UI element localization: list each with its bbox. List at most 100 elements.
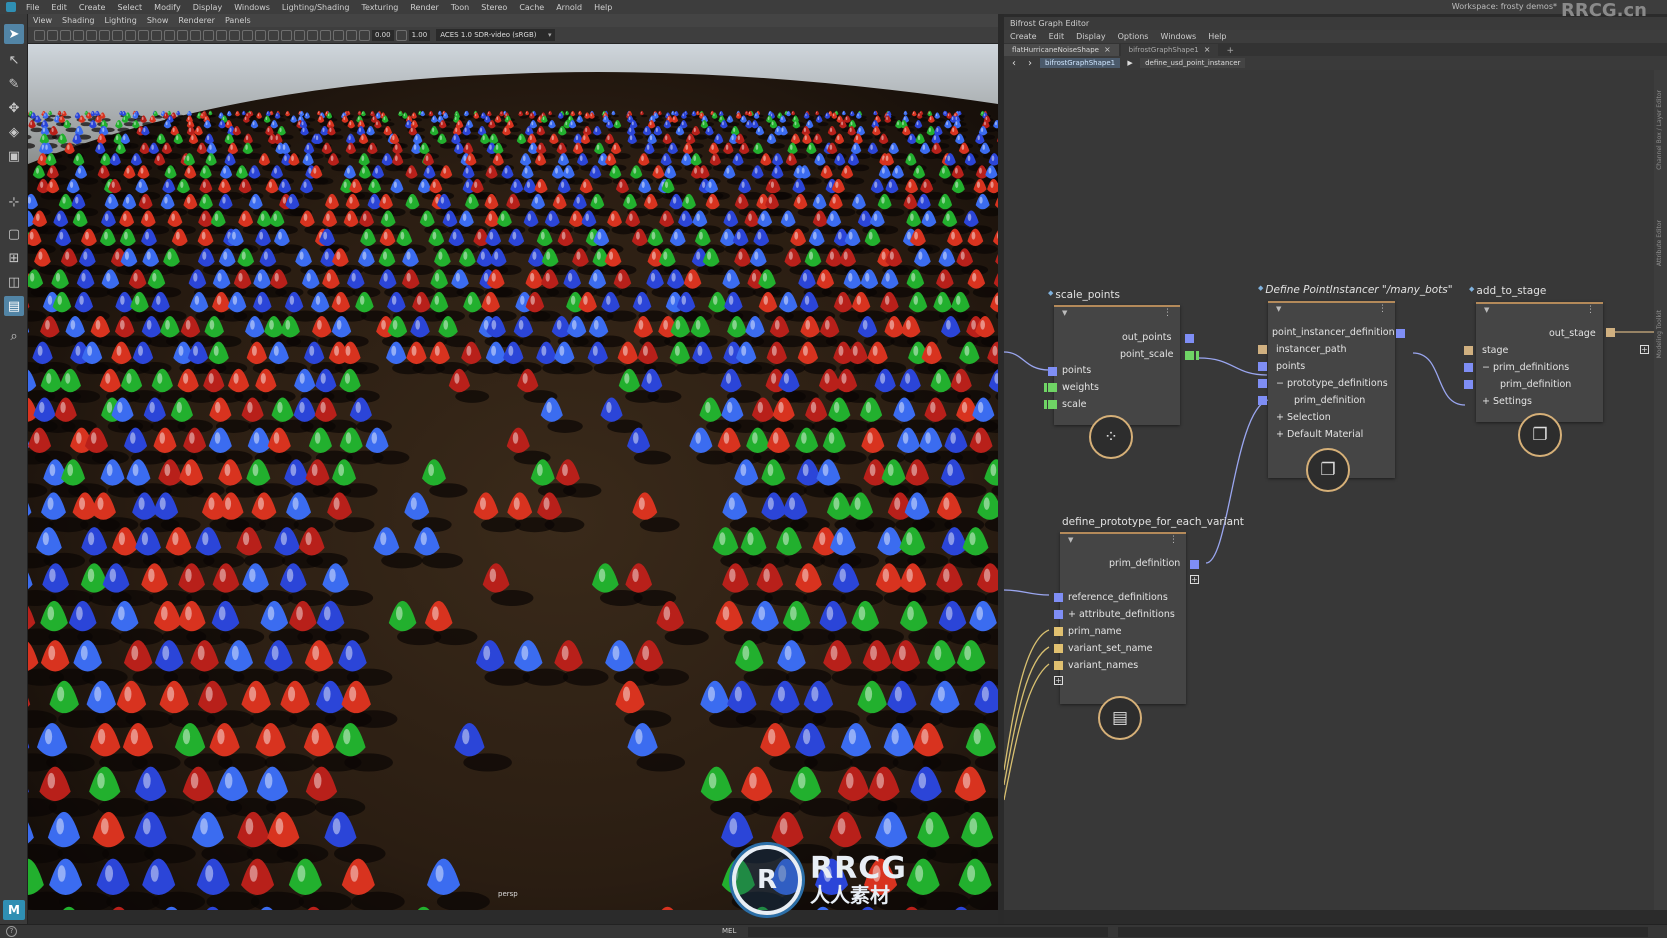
close-icon[interactable]: × bbox=[1104, 44, 1111, 56]
xray-icon[interactable] bbox=[320, 29, 331, 41]
collapse-triangle-icon[interactable]: ▼ bbox=[1068, 536, 1073, 544]
pin-in-attribute-definitions[interactable] bbox=[1054, 610, 1063, 619]
group-minus-icon[interactable]: − bbox=[1276, 378, 1287, 389]
isolate-select-icon[interactable] bbox=[307, 29, 318, 41]
paint-select-icon[interactable]: ✎ bbox=[4, 74, 24, 94]
xray-joints-icon[interactable] bbox=[333, 29, 344, 41]
camera-icon[interactable] bbox=[34, 29, 45, 41]
pin-in-prim-name[interactable] bbox=[1054, 627, 1063, 636]
add-input-port-icon[interactable]: + bbox=[1054, 676, 1063, 685]
workspace-label[interactable]: Workspace: frosty demos* bbox=[1452, 2, 1557, 11]
2d-pan-icon[interactable] bbox=[86, 29, 97, 41]
resolution-gate-icon[interactable] bbox=[138, 29, 149, 41]
pin-in-prim-definitions[interactable] bbox=[1464, 363, 1473, 372]
pin-out-point-instancer-definition[interactable] bbox=[1396, 329, 1405, 338]
menu-windows[interactable]: Windows bbox=[228, 3, 276, 12]
color-space-dropdown[interactable]: ACES 1.0 SDR-video (sRGB) bbox=[436, 29, 555, 41]
menu-cache[interactable]: Cache bbox=[513, 3, 550, 12]
ambient-occlusion-icon[interactable] bbox=[255, 29, 266, 41]
viewport-menu-panels[interactable]: Panels bbox=[220, 16, 256, 25]
viewport-3d[interactable]: persp bbox=[28, 44, 998, 910]
group-plus-icon[interactable]: + bbox=[1276, 429, 1287, 440]
menu-texturing[interactable]: Texturing bbox=[355, 3, 404, 12]
side-tab-channel-box[interactable]: Channel Box / Layer Editor bbox=[1656, 90, 1663, 170]
pin-in-reference-definitions[interactable] bbox=[1054, 593, 1063, 602]
search-icon[interactable]: ⌕ bbox=[4, 326, 24, 346]
breadcrumb-compound[interactable]: define_usd_point_instancer bbox=[1140, 58, 1246, 68]
pin-in-prim-definition[interactable] bbox=[1464, 380, 1473, 389]
add-port-icon[interactable]: + bbox=[1640, 345, 1649, 354]
viewport-menu-show[interactable]: Show bbox=[142, 16, 174, 25]
pin-in-prim-definition[interactable] bbox=[1258, 396, 1267, 405]
bifrost-menu-display[interactable]: Display bbox=[1070, 32, 1112, 41]
shadows-icon[interactable] bbox=[242, 29, 253, 41]
smooth-shade-icon[interactable] bbox=[203, 29, 214, 41]
node-menu-icon[interactable]: ⋮ bbox=[1163, 308, 1172, 318]
bifrost-menu-windows[interactable]: Windows bbox=[1154, 32, 1202, 41]
rotate-tool-icon[interactable]: ◈ bbox=[4, 122, 24, 142]
bifrost-menu-edit[interactable]: Edit bbox=[1043, 32, 1071, 41]
film-gate-icon[interactable] bbox=[125, 29, 136, 41]
layout-four-icon[interactable]: ⊞ bbox=[4, 248, 24, 268]
pin-in-prototype-definitions[interactable] bbox=[1258, 379, 1267, 388]
collapse-triangle-icon[interactable]: ▼ bbox=[1276, 305, 1281, 313]
pin-in-scale[interactable] bbox=[1048, 400, 1057, 409]
breadcrumb-root[interactable]: bifrostGraphShape1 bbox=[1040, 58, 1121, 68]
camera-attributes-icon[interactable] bbox=[47, 29, 58, 41]
select-tool-icon[interactable]: ➤ bbox=[4, 24, 24, 44]
menu-stereo[interactable]: Stereo bbox=[475, 3, 513, 12]
pin-in-points[interactable] bbox=[1258, 362, 1267, 371]
node-menu-icon[interactable]: ⋮ bbox=[1378, 304, 1387, 314]
pin-in-variant-set-name[interactable] bbox=[1054, 644, 1063, 653]
menu-help[interactable]: Help bbox=[588, 3, 618, 12]
menu-select[interactable]: Select bbox=[111, 3, 148, 12]
safe-action-icon[interactable] bbox=[177, 29, 188, 41]
exposure-field[interactable]: 0.00 bbox=[372, 29, 394, 41]
scale-tool-icon[interactable]: ▣ bbox=[4, 146, 24, 166]
pin-out-stage[interactable] bbox=[1606, 328, 1615, 337]
menu-modify[interactable]: Modify bbox=[148, 3, 187, 12]
graph-canvas[interactable]: ◆ scale_points ▼ ⋮ out_points point_scale … bbox=[1004, 70, 1654, 910]
group-plus-icon[interactable]: + bbox=[1276, 412, 1287, 423]
image-plane-icon[interactable] bbox=[73, 29, 84, 41]
menu-create[interactable]: Create bbox=[73, 3, 112, 12]
pin-point-scale[interactable] bbox=[1185, 351, 1194, 360]
add-output-port-icon[interactable]: + bbox=[1190, 575, 1199, 584]
collapse-triangle-icon[interactable]: ▼ bbox=[1062, 309, 1067, 317]
bifrost-menu-options[interactable]: Options bbox=[1112, 32, 1155, 41]
bookmark-icon[interactable] bbox=[60, 29, 71, 41]
show-manipulator-icon[interactable]: ⊹ bbox=[4, 192, 24, 212]
forward-arrow-icon[interactable]: › bbox=[1024, 58, 1036, 69]
motion-blur-icon[interactable] bbox=[268, 29, 279, 41]
xray-components-icon[interactable] bbox=[346, 29, 357, 41]
pin-in-variant-names[interactable] bbox=[1054, 661, 1063, 670]
tab-bifrost-graph[interactable]: bifrostGraphShape1 × bbox=[1120, 44, 1219, 56]
group-selection[interactable]: + Selection bbox=[1276, 412, 1331, 423]
group-default-material[interactable]: + Default Material bbox=[1276, 429, 1363, 440]
textured-icon[interactable] bbox=[216, 29, 227, 41]
pin-out-points[interactable] bbox=[1185, 334, 1194, 343]
side-tab-attribute-editor[interactable]: Attribute Editor bbox=[1656, 220, 1663, 266]
pin-in-instancer-path[interactable] bbox=[1258, 345, 1267, 354]
back-arrow-icon[interactable]: ‹ bbox=[1008, 58, 1020, 69]
menu-edit[interactable]: Edit bbox=[45, 3, 73, 12]
menu-file[interactable]: File bbox=[20, 3, 45, 12]
layout-single-icon[interactable]: ▢ bbox=[4, 224, 24, 244]
side-tab-modeling-toolkit[interactable]: Modeling Toolkit bbox=[1656, 310, 1663, 358]
group-settings[interactable]: + Settings bbox=[1482, 396, 1532, 407]
viewport-menu-view[interactable]: View bbox=[28, 16, 57, 25]
mel-label[interactable]: MEL bbox=[722, 927, 736, 935]
group-minus-icon[interactable]: − bbox=[1482, 362, 1493, 373]
bifrost-menu-create[interactable]: Create bbox=[1004, 32, 1043, 41]
help-icon[interactable]: ? bbox=[6, 926, 17, 937]
layout-custom-icon[interactable]: ▤ bbox=[4, 296, 24, 316]
lasso-tool-icon[interactable]: ↖ bbox=[4, 50, 24, 70]
grease-pencil-icon[interactable] bbox=[99, 29, 110, 41]
group-plus-icon[interactable]: + bbox=[1068, 609, 1079, 620]
menu-display[interactable]: Display bbox=[187, 3, 229, 12]
pin-in-weights[interactable] bbox=[1048, 383, 1057, 392]
viewport-menu-lighting[interactable]: Lighting bbox=[99, 16, 141, 25]
pin-in-stage[interactable] bbox=[1464, 346, 1473, 355]
viewport-menu-renderer[interactable]: Renderer bbox=[173, 16, 220, 25]
gate-mask-icon[interactable] bbox=[151, 29, 162, 41]
